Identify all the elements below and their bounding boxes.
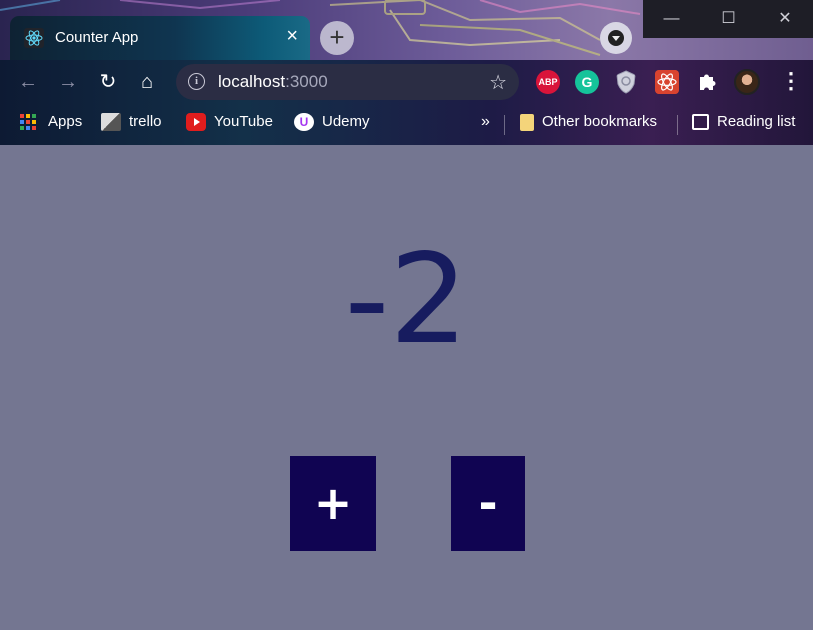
tab-close-icon[interactable]: × xyxy=(286,26,298,46)
url-port: :3000 xyxy=(285,72,328,91)
bookmark-star-icon[interactable]: ☆ xyxy=(489,70,507,95)
tab-search-button[interactable] xyxy=(600,22,632,54)
maximize-button[interactable]: ☐ xyxy=(700,0,757,38)
browser-toolbar: ← → ↻ ⌂ i localhost:3000 ☆ ABP G ⋮ xyxy=(0,60,813,104)
shield-extension-icon[interactable] xyxy=(615,70,637,94)
reading-list-label: Reading list xyxy=(717,113,796,130)
close-window-button[interactable]: ✕ xyxy=(757,0,813,38)
reading-list-button[interactable]: Reading list xyxy=(692,113,795,133)
udemy-icon: U xyxy=(294,113,314,132)
home-icon[interactable]: ⌂ xyxy=(133,68,161,96)
bookmark-label: Udemy xyxy=(322,113,370,130)
tab-title: Counter App xyxy=(55,29,139,46)
extensions-puzzle-icon[interactable] xyxy=(696,70,720,94)
tab-strip: Counter App × + — ☐ ✕ xyxy=(0,0,813,60)
site-info-icon[interactable]: i xyxy=(188,73,205,90)
bookmark-apps[interactable]: Apps xyxy=(20,113,82,133)
tab-counter-app[interactable]: Counter App × xyxy=(10,16,310,60)
bookmarks-divider xyxy=(677,115,678,135)
trello-icon xyxy=(101,113,121,132)
bookmark-trello[interactable]: trello xyxy=(101,113,162,133)
back-icon[interactable]: ← xyxy=(14,68,42,96)
browser-chrome: Counter App × + — ☐ ✕ ← → ↻ ⌂ i localhos… xyxy=(0,0,813,145)
bookmark-label: YouTube xyxy=(214,113,273,130)
minimize-button[interactable]: — xyxy=(643,0,700,38)
grammarly-icon[interactable]: G xyxy=(575,70,599,94)
counter-app-page: -2 + - xyxy=(0,145,813,630)
react-icon xyxy=(24,28,44,48)
bookmark-label: Apps xyxy=(48,113,83,130)
bookmark-udemy[interactable]: U Udemy xyxy=(294,113,370,133)
address-bar[interactable]: i localhost:3000 ☆ xyxy=(176,64,519,100)
youtube-icon xyxy=(186,113,206,132)
decrement-button[interactable]: - xyxy=(451,456,525,551)
bookmark-other-bookmarks[interactable]: Other bookmarks xyxy=(520,113,657,133)
bookmark-label: trello xyxy=(129,113,162,130)
reload-icon[interactable]: ↻ xyxy=(94,68,122,96)
increment-button[interactable]: + xyxy=(290,456,376,551)
menu-kebab-icon[interactable]: ⋮ xyxy=(780,68,802,94)
address-url[interactable]: localhost:3000 xyxy=(218,72,328,92)
bookmarks-overflow-button[interactable]: » xyxy=(481,113,490,133)
adblock-plus-icon[interactable]: ABP xyxy=(536,70,560,94)
reading-list-icon xyxy=(692,114,709,131)
profile-avatar[interactable] xyxy=(734,69,760,95)
counter-value: -2 xyxy=(344,228,469,372)
forward-icon[interactable]: → xyxy=(54,68,82,96)
bookmarks-bar: Apps trello YouTube U Udemy » Other bookm… xyxy=(0,104,813,141)
bookmark-label: Other bookmarks xyxy=(542,113,658,130)
react-devtools-icon[interactable] xyxy=(655,70,679,94)
url-host: localhost xyxy=(218,72,286,91)
bookmarks-divider xyxy=(504,115,505,135)
bookmark-youtube[interactable]: YouTube xyxy=(186,113,273,133)
apps-grid-icon xyxy=(20,114,36,131)
chevron-down-icon xyxy=(608,30,624,46)
new-tab-button[interactable]: + xyxy=(320,21,354,55)
folder-icon xyxy=(520,113,534,131)
